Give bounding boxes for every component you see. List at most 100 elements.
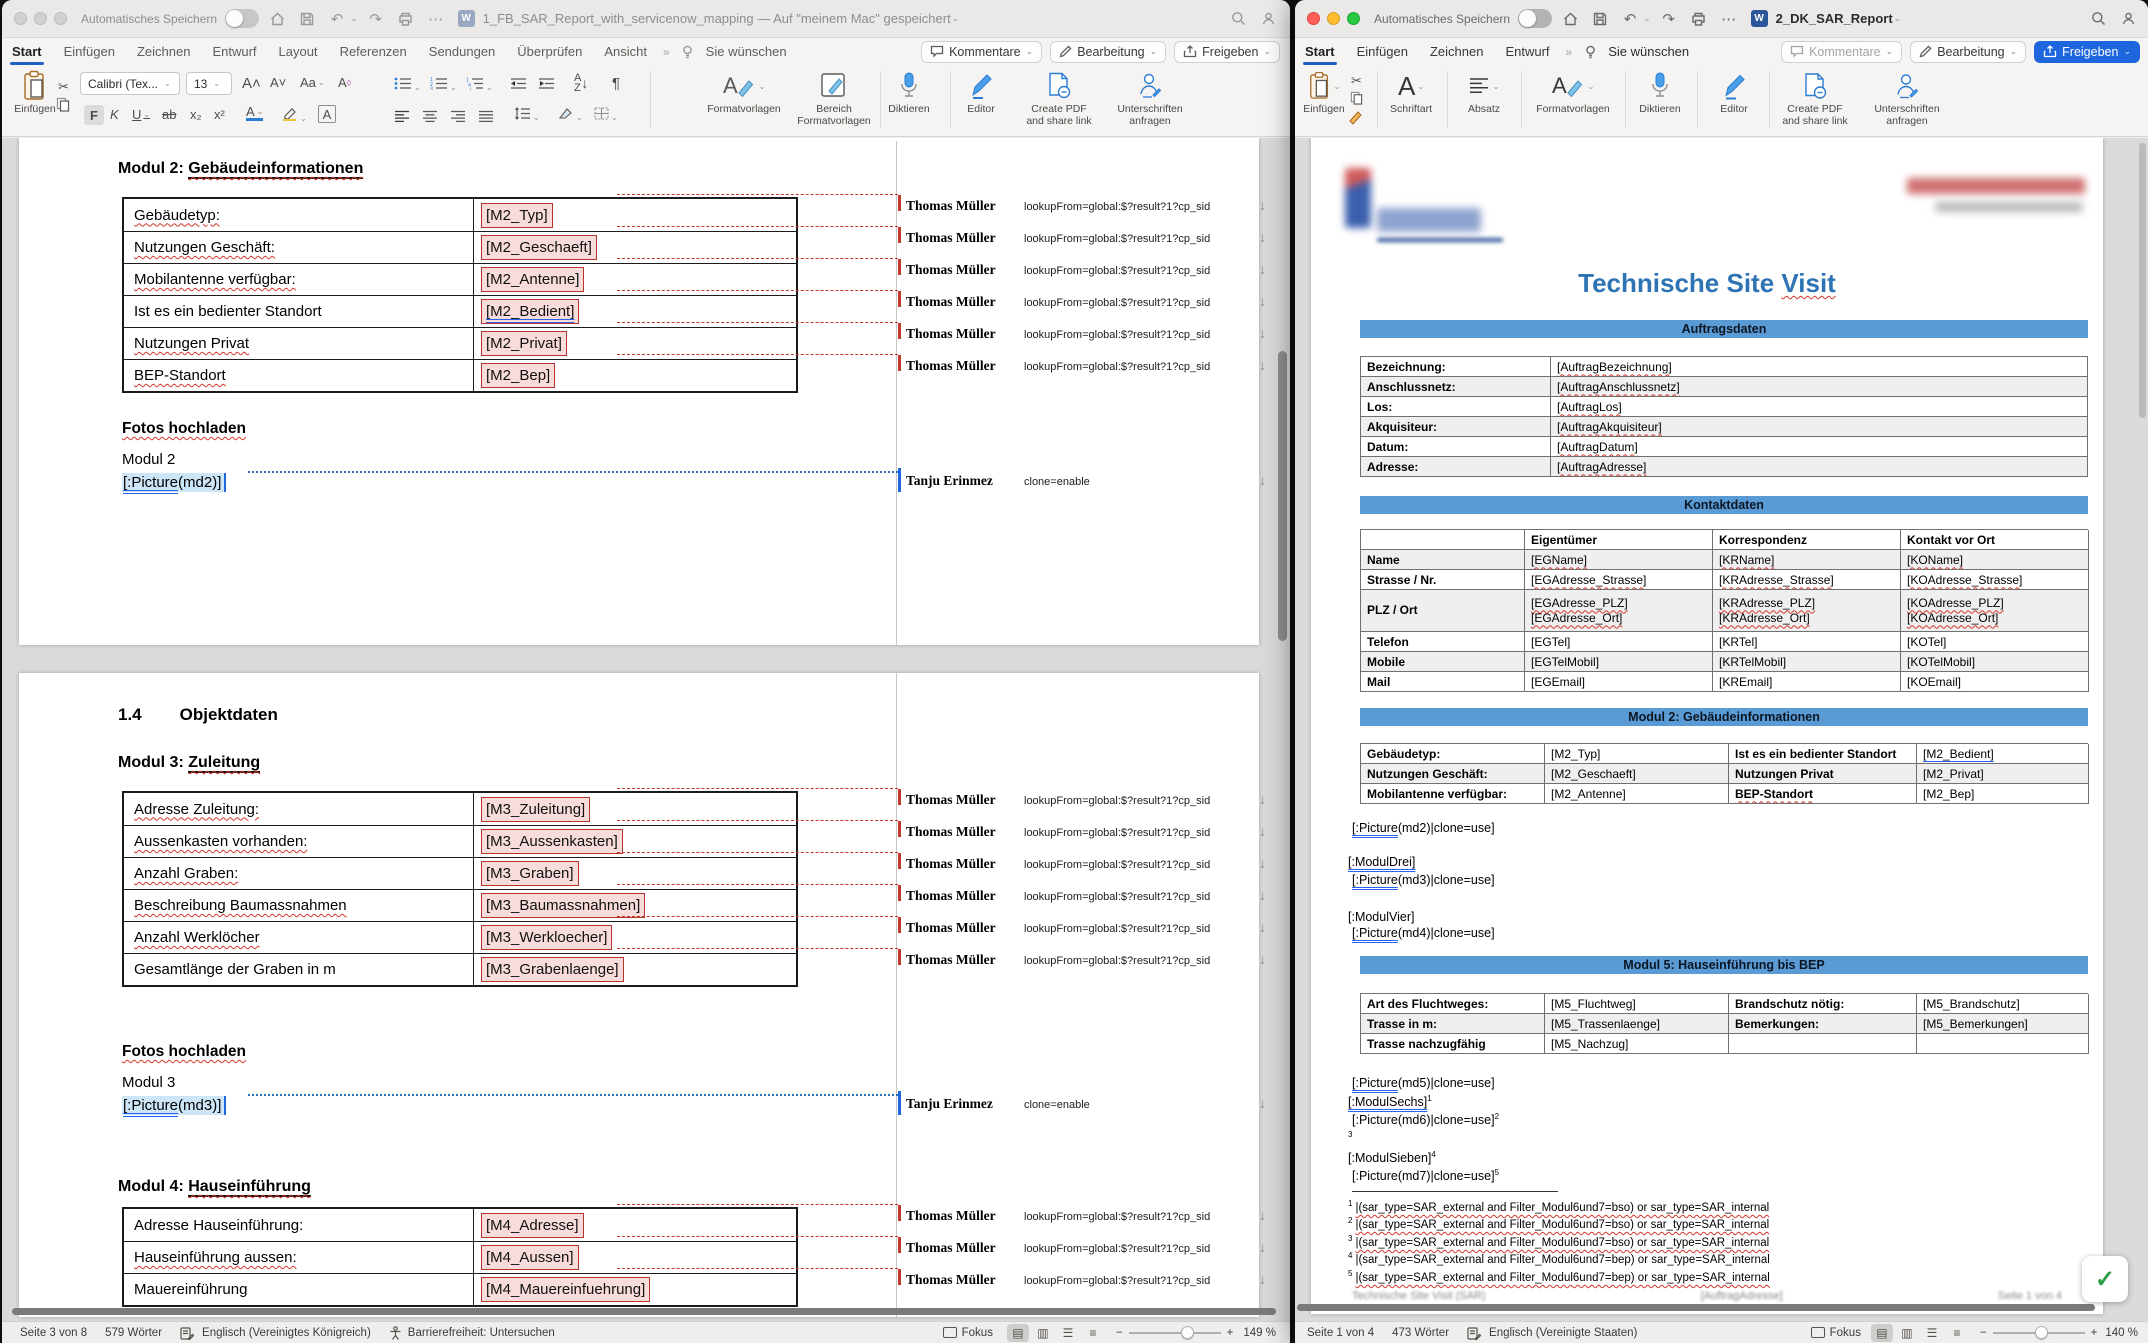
comment[interactable]: Thomas MüllerlookupFrom=global:$?result?…: [906, 1271, 1266, 1288]
comment[interactable]: Tanju Erinmezclone=enable↓: [906, 472, 1266, 489]
field-value[interactable]: [M2_Privat]: [1923, 767, 1984, 781]
more-tools-icon[interactable]: ⋯: [1717, 8, 1741, 30]
field-value[interactable]: [KRAdresse_Strasse]: [1719, 573, 1834, 587]
comment-arrow-icon[interactable]: ↓: [1259, 293, 1266, 309]
field-value[interactable]: [M2_Bep]: [481, 363, 555, 388]
print-layout-view-button[interactable]: ▤: [1007, 1324, 1029, 1342]
field-value[interactable]: [M5_Fluchtweg]: [1551, 997, 1636, 1011]
comment[interactable]: Thomas MüllerlookupFrom=global:$?result?…: [906, 823, 1266, 840]
done-check-button[interactable]: ✓: [2082, 1256, 2128, 1302]
module-placeholder[interactable]: [:ModulVier]: [1348, 910, 1414, 924]
field-value[interactable]: [M3_Grabenlaenge]: [481, 957, 624, 982]
field-value[interactable]: [KOAdresse_Strasse]: [1907, 573, 2022, 587]
home-icon[interactable]: [265, 8, 289, 30]
web-layout-view-button[interactable]: ▥: [1032, 1324, 1054, 1342]
bullet-list-icon[interactable]: ⌄: [394, 77, 421, 95]
dictate-button[interactable]: Diktieren: [874, 69, 944, 115]
comment-arrow-icon[interactable]: ↓: [1259, 357, 1266, 373]
styles-pane-button[interactable]: BereichFormatvorlagen: [792, 69, 876, 127]
editing-mode-button[interactable]: Bearbeitung⌄: [1050, 41, 1166, 63]
field-value[interactable]: [EGAdresse_Ort]: [1531, 611, 1622, 626]
picture-placeholder[interactable]: [:Picture(md2)|clone=use]: [1352, 821, 1495, 835]
draft-view-button[interactable]: ≡: [1946, 1324, 1968, 1342]
comment[interactable]: Thomas MüllerlookupFrom=global:$?result?…: [906, 1207, 1266, 1224]
proofing-icon[interactable]: [1467, 1326, 1481, 1340]
module-placeholder[interactable]: [:ModulSieben]4: [1348, 1150, 1436, 1165]
field-value[interactable]: [AuftragBezeichnung]: [1557, 360, 1672, 374]
tellme-label[interactable]: Sie wünschen: [1608, 44, 1689, 59]
field-value[interactable]: [M2_Bedient]: [1923, 747, 1994, 761]
numbered-list-icon[interactable]: 123⌄: [430, 77, 457, 95]
comment-arrow-icon[interactable]: ↓: [1259, 261, 1266, 277]
field-value[interactable]: [KOEmail]: [1907, 675, 1961, 689]
copy-icon[interactable]: [1350, 91, 1363, 110]
profile-icon[interactable]: [2116, 8, 2140, 30]
web-layout-view-button[interactable]: ▥: [1896, 1324, 1918, 1342]
field-value[interactable]: [KOAdresse_Ort]: [1907, 611, 1998, 626]
language-indicator[interactable]: Englisch (Vereinigte Staaten): [1489, 1327, 1637, 1339]
tab-entwurf[interactable]: Entwurf: [212, 44, 256, 59]
tab-layout[interactable]: Layout: [279, 44, 318, 59]
align-center-icon[interactable]: [422, 109, 438, 127]
field-value[interactable]: [M2_Antenne]: [481, 267, 584, 292]
field-value[interactable]: [M2_Bep]: [1923, 787, 1974, 801]
editor-button[interactable]: Editor: [1703, 69, 1765, 115]
bold-button[interactable]: F: [84, 105, 104, 125]
comment[interactable]: Thomas MüllerlookupFrom=global:$?result?…: [906, 357, 1266, 374]
tab-start[interactable]: Start: [1305, 44, 1335, 59]
proofing-icon[interactable]: [180, 1326, 194, 1340]
field-value[interactable]: [EGTel]: [1531, 635, 1570, 649]
comment-arrow-icon[interactable]: ↓: [1259, 951, 1266, 967]
document-title[interactable]: 2_DK_SAR_Report: [1776, 11, 1893, 26]
field-value[interactable]: [EGAdresse_PLZ]: [1531, 596, 1628, 611]
picture-placeholder[interactable]: [:Picture(md6)|clone=use]2: [1352, 1112, 1499, 1127]
share-button[interactable]: Freigeben⌄: [1174, 41, 1280, 63]
comment[interactable]: Tanju Erinmezclone=enable↓: [906, 1095, 1266, 1112]
close-button[interactable]: [14, 12, 27, 25]
tab-entwurf[interactable]: Entwurf: [1505, 44, 1549, 59]
cut-icon[interactable]: ✂: [58, 79, 69, 95]
request-signatures-button[interactable]: Unterschriftenanfragen: [1102, 69, 1198, 127]
comment-arrow-icon[interactable]: ↓: [1259, 823, 1266, 839]
field-value[interactable]: [M3_Werkloecher]: [481, 925, 612, 950]
shrink-font-icon[interactable]: A˅: [270, 75, 286, 90]
field-value[interactable]: [M2_Privat]: [481, 331, 567, 356]
picture-placeholder[interactable]: [:Picture(md3)]: [122, 1097, 224, 1114]
comment[interactable]: Thomas MüllerlookupFrom=global:$?result?…: [906, 197, 1266, 214]
paste-button[interactable]: ⌄ Einfügen: [1295, 69, 1353, 115]
comment[interactable]: Thomas MüllerlookupFrom=global:$?result?…: [906, 791, 1266, 808]
field-value[interactable]: [M2_Typ]: [481, 203, 553, 228]
field-value[interactable]: [AuftragLos]: [1557, 400, 1622, 414]
comment[interactable]: Thomas MüllerlookupFrom=global:$?result?…: [906, 325, 1266, 342]
field-value[interactable]: [M2_Geschaeft]: [481, 235, 597, 260]
field-value[interactable]: [KRAdresse_PLZ]: [1719, 596, 1815, 611]
field-value[interactable]: [AuftragAnschlussnetz]: [1557, 380, 1680, 394]
field-value[interactable]: [KRTelMobil]: [1719, 655, 1786, 669]
pilcrow-icon[interactable]: ¶: [612, 75, 620, 92]
comment-arrow-icon[interactable]: ↓: [1259, 472, 1266, 488]
tab-einfuegen[interactable]: Einfügen: [1357, 44, 1408, 59]
clear-formatting-icon[interactable]: A◊: [338, 75, 351, 90]
tellme-label[interactable]: Sie wünschen: [706, 44, 787, 59]
field-value[interactable]: [M2_Antenne]: [1551, 787, 1626, 801]
field-value[interactable]: [M2_Bedient]: [481, 299, 579, 324]
undo-menu-chevron-icon[interactable]: ⌄: [1643, 13, 1651, 24]
comment-arrow-icon[interactable]: ↓: [1259, 325, 1266, 341]
tab-ansicht[interactable]: Ansicht: [604, 44, 647, 59]
vertical-scrollbar[interactable]: [1278, 351, 1287, 641]
undo-icon[interactable]: ↶: [1618, 8, 1642, 30]
save-icon[interactable]: [295, 8, 319, 30]
field-value[interactable]: [AuftragAkquisiteur]: [1557, 420, 1662, 434]
save-icon[interactable]: [1588, 8, 1612, 30]
font-size-combo[interactable]: 13⌄: [186, 72, 232, 95]
comment-arrow-icon[interactable]: ↓: [1259, 229, 1266, 245]
field-value[interactable]: [AuftragDatum]: [1557, 440, 1638, 454]
format-painter-icon[interactable]: [1348, 109, 1364, 130]
field-value[interactable]: [M3_Zuleitung]: [481, 797, 590, 822]
field-value[interactable]: [KREmail]: [1719, 675, 1772, 689]
increase-indent-icon[interactable]: [538, 77, 555, 95]
borders-char-button[interactable]: A: [318, 105, 336, 123]
change-case-icon[interactable]: Aa⌄: [300, 75, 325, 90]
comment-arrow-icon[interactable]: ↓: [1259, 1207, 1266, 1223]
field-value[interactable]: [KOTel]: [1907, 635, 1946, 649]
